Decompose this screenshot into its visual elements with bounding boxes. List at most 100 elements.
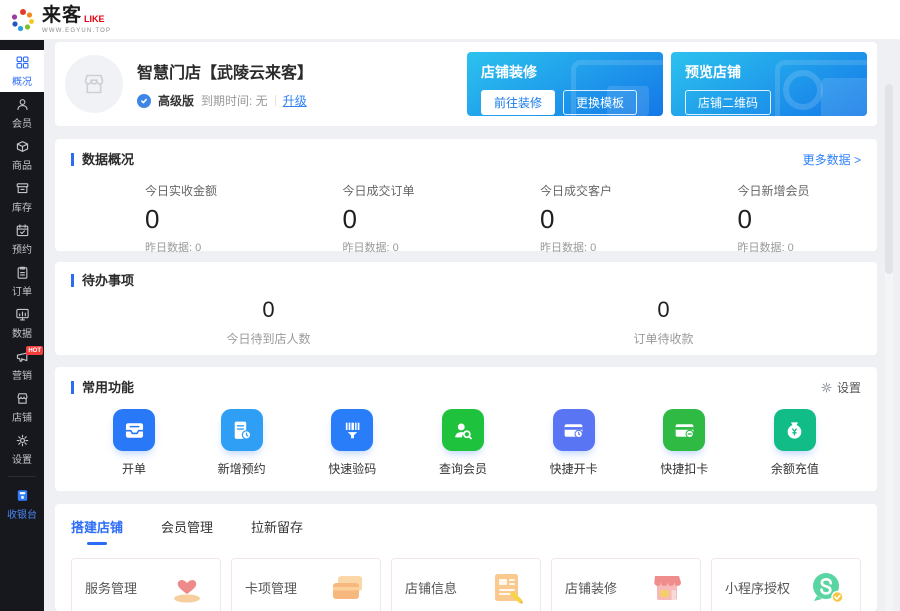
cards-icon — [327, 570, 367, 604]
brand-logo[interactable]: 来客 LIKE WWW.EGYUN.TOP — [10, 6, 111, 34]
miniprogram-icon — [807, 570, 847, 604]
sidebar-item-members[interactable]: 会员 — [0, 92, 44, 134]
sidebar-item-marketing[interactable]: HOT 营销 — [0, 344, 44, 386]
hot-badge: HOT — [26, 346, 43, 355]
quick-action-label: 新增预约 — [218, 460, 266, 477]
member-search-icon — [442, 409, 484, 451]
quick-action-label: 快捷扣卡 — [660, 460, 708, 477]
stat-label: 今日成交客户 — [540, 182, 664, 199]
goods-box-icon — [15, 139, 30, 154]
service-card-store-info[interactable]: 店铺信息 — [391, 558, 541, 611]
appointment-calendar-icon — [15, 223, 30, 238]
service-card-service-management[interactable]: 服务管理 — [71, 558, 221, 611]
heart-hand-icon — [167, 570, 207, 604]
barcode-scan-icon — [331, 409, 373, 451]
sidebar-item-appointments[interactable]: 预约 — [0, 218, 44, 260]
app-window: 来客 LIKE WWW.EGYUN.TOP 概况 会员 商品 — [0, 0, 900, 611]
bill-icon — [113, 409, 155, 451]
shop-storefront-icon — [15, 391, 30, 406]
sidebar-item-label: 会员 — [12, 115, 32, 130]
todo-label: 今日待到店人数 — [71, 330, 466, 347]
quick-action-recharge[interactable]: 余额充值 — [771, 409, 819, 477]
service-card-card-management[interactable]: 卡项管理 — [231, 558, 381, 611]
quick-action-label: 快捷开卡 — [550, 460, 598, 477]
quick-action-label: 快速验码 — [328, 460, 376, 477]
data-overview-section: 数据概况 更多数据 > 今日实收金额 0 昨日数据: 0 今日成交订单 0 昨日… — [55, 139, 877, 251]
top-header: 来客 LIKE WWW.EGYUN.TOP — [0, 0, 900, 40]
sidebar-item-label: 概况 — [12, 73, 32, 88]
promo-title: 预览店铺 — [685, 62, 853, 82]
order-clipboard-icon — [15, 265, 30, 280]
sidebar-item-inventory[interactable]: 库存 — [0, 176, 44, 218]
quick-action-label: 查询会员 — [439, 460, 487, 477]
tab-build-store[interactable]: 搭建店铺 — [71, 517, 123, 545]
stat-value: 0 — [540, 204, 664, 235]
stat-label: 今日成交订单 — [343, 182, 467, 199]
stat-yesterday: 昨日数据: 0 — [145, 239, 269, 255]
quick-action-open-card[interactable]: 快捷开卡 — [550, 409, 598, 477]
sidebar-item-goods[interactable]: 商品 — [0, 134, 44, 176]
service-card-label: 小程序授权 — [725, 578, 790, 597]
recharge-icon — [774, 409, 816, 451]
stat-today-revenue: 今日实收金额 0 昨日数据: 0 — [71, 182, 269, 255]
stat-today-orders: 今日成交订单 0 昨日数据: 0 — [269, 182, 467, 255]
stat-new-members: 今日新增会员 0 昨日数据: 0 — [664, 182, 862, 255]
todo-label: 订单待收款 — [466, 330, 861, 347]
quick-action-search-member[interactable]: 查询会员 — [439, 409, 487, 477]
quick-settings-button[interactable]: 设置 — [820, 379, 861, 396]
more-data-link[interactable]: 更多数据 > — [803, 151, 861, 168]
tab-member-management[interactable]: 会员管理 — [161, 517, 213, 545]
service-card-miniprogram-auth[interactable]: 小程序授权 — [711, 558, 861, 611]
document-edit-icon — [487, 570, 527, 604]
stat-today-customers: 今日成交客户 0 昨日数据: 0 — [466, 182, 664, 255]
service-card-label: 服务管理 — [85, 578, 137, 597]
store-header-card: 智慧门店【武陵云来客】 高级版 到期时间: 无 升级 店铺装修 — [55, 42, 877, 126]
sidebar-item-label: 订单 — [12, 283, 32, 298]
sidebar-item-data[interactable]: 数据 — [0, 302, 44, 344]
sidebar-item-label: 库存 — [12, 199, 32, 214]
main-content: 智慧门店【武陵云来客】 高级版 到期时间: 无 升级 店铺装修 — [44, 40, 900, 611]
sidebar-item-label: 预约 — [12, 241, 32, 256]
cashier-pos-icon — [15, 488, 30, 503]
promo-card-preview: 预览店铺 店铺二维码 — [671, 52, 867, 116]
stat-yesterday: 昨日数据: 0 — [738, 239, 862, 255]
services-tabs: 搭建店铺 会员管理 拉新留存 — [71, 517, 861, 545]
quick-action-label: 开单 — [122, 460, 146, 477]
quick-actions-section: 常用功能 设置 开单 — [55, 367, 877, 491]
sidebar-item-label: 设置 — [12, 451, 32, 466]
quick-action-new-appointment[interactable]: 新增预约 — [218, 409, 266, 477]
service-card-store-decoration[interactable]: 店铺装修 — [551, 558, 701, 611]
scrollbar-track — [885, 84, 893, 611]
quick-action-open-bill[interactable]: 开单 — [113, 409, 155, 477]
member-icon — [15, 97, 30, 112]
quick-action-scan-code[interactable]: 快速验码 — [328, 409, 376, 477]
stat-value: 0 — [343, 204, 467, 235]
store-name: 智慧门店【武陵云来客】 — [137, 59, 313, 83]
section-title: 常用功能 — [71, 381, 134, 394]
scrollbar-thumb[interactable] — [885, 84, 893, 274]
sidebar-item-overview[interactable]: 概况 — [0, 50, 44, 92]
brand-name-en: LIKE — [84, 15, 105, 24]
sidebar-item-orders[interactable]: 订单 — [0, 260, 44, 302]
sidebar-item-cashier[interactable]: 收银台 — [0, 483, 44, 525]
change-template-button[interactable]: 更换模板 — [563, 90, 637, 115]
plan-label: 高级版 — [158, 92, 194, 109]
inventory-archive-icon — [15, 181, 30, 196]
sidebar-nav: 概况 会员 商品 库存 预约 订单 — [0, 40, 44, 611]
sidebar-item-settings[interactable]: 设置 — [0, 428, 44, 470]
sidebar-item-shop[interactable]: 店铺 — [0, 386, 44, 428]
sidebar-item-label: 营销 — [12, 367, 32, 382]
tab-acquisition-retention[interactable]: 拉新留存 — [251, 517, 303, 545]
service-card-label: 店铺装修 — [565, 578, 617, 597]
data-chart-icon — [15, 307, 30, 322]
quick-action-label: 余额充值 — [771, 460, 819, 477]
brand-pinwheel-icon — [10, 7, 36, 33]
sidebar-item-label: 收银台 — [7, 506, 37, 521]
go-decorate-button[interactable]: 前往装修 — [481, 90, 555, 115]
upgrade-link[interactable]: 升级 — [283, 92, 307, 109]
expire-label: 到期时间: 无 — [201, 92, 268, 109]
store-qrcode-button[interactable]: 店铺二维码 — [685, 90, 771, 115]
quick-action-deduct-card[interactable]: 快捷扣卡 — [660, 409, 708, 477]
vip-badge-icon — [137, 94, 151, 108]
stat-value: 0 — [738, 204, 862, 235]
